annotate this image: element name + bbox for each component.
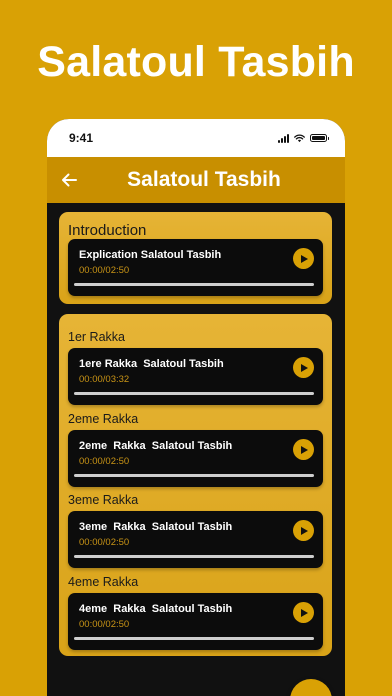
play-icon [301,445,308,454]
play-button[interactable] [293,520,314,541]
section-heading: Introduction [68,222,147,239]
progress-bar[interactable] [74,555,314,558]
battery-icon [310,134,329,142]
introduction-section: Introduction Explication Salatoul Tasbih… [59,212,332,304]
promo-title: Salatoul Tasbih [37,38,355,86]
group-label: 4eme Rakka [68,575,139,589]
play-button[interactable] [293,248,314,269]
status-time: 9:41 [69,131,94,145]
wifi-icon [294,134,305,142]
track-title: 4eme Rakka Salatoul Tasbih [79,603,233,615]
status-icons [278,133,329,143]
cellular-signal-icon [278,133,289,143]
play-button[interactable] [293,357,314,378]
rakka-section: 1er Rakka 1ere Rakka Salatoul Tasbih 00:… [59,314,332,656]
track-time: 00:00/03:32 [79,374,130,385]
track-title: Explication Salatoul Tasbih [79,249,222,261]
track-time: 00:00/02:50 [79,265,130,276]
track-card[interactable]: 2eme Rakka Salatoul Tasbih 00:00/02:50 [68,430,323,487]
track-title: 3eme Rakka Salatoul Tasbih [79,521,233,533]
progress-bar[interactable] [74,283,314,286]
progress-bar[interactable] [74,637,314,640]
track-time: 00:00/02:50 [79,456,130,467]
app-title: Salatoul Tasbih [127,168,281,191]
play-icon [301,608,308,617]
track-card[interactable]: 3eme Rakka Salatoul Tasbih 00:00/02:50 [68,511,323,568]
track-card[interactable]: 4eme Rakka Salatoul Tasbih 00:00/02:50 [68,593,323,650]
back-button[interactable] [47,157,91,203]
progress-bar[interactable] [74,392,314,395]
track-card[interactable]: 1ere Rakka Salatoul Tasbih 00:00/03:32 [68,348,323,405]
play-icon [301,254,308,263]
play-button[interactable] [293,602,314,623]
group-label: 1er Rakka [68,330,125,344]
phone-frame: 9:41 Salatoul Tasbih Introduction Explic… [47,119,345,696]
play-icon [301,363,308,372]
arrow-left-icon [62,173,77,187]
track-card[interactable]: Explication Salatoul Tasbih 00:00/02:50 [68,239,323,296]
track-time: 00:00/02:50 [79,619,130,630]
group-label: 2eme Rakka [68,412,139,426]
progress-bar[interactable] [74,474,314,477]
track-title: 1ere Rakka Salatoul Tasbih [79,358,224,370]
track-time: 00:00/02:50 [79,537,130,548]
track-title: 2eme Rakka Salatoul Tasbih [79,440,233,452]
app-bar: Salatoul Tasbih [47,157,345,203]
status-bar: 9:41 [47,119,345,157]
play-button[interactable] [293,439,314,460]
group-label: 3eme Rakka [68,493,139,507]
play-icon [301,526,308,535]
